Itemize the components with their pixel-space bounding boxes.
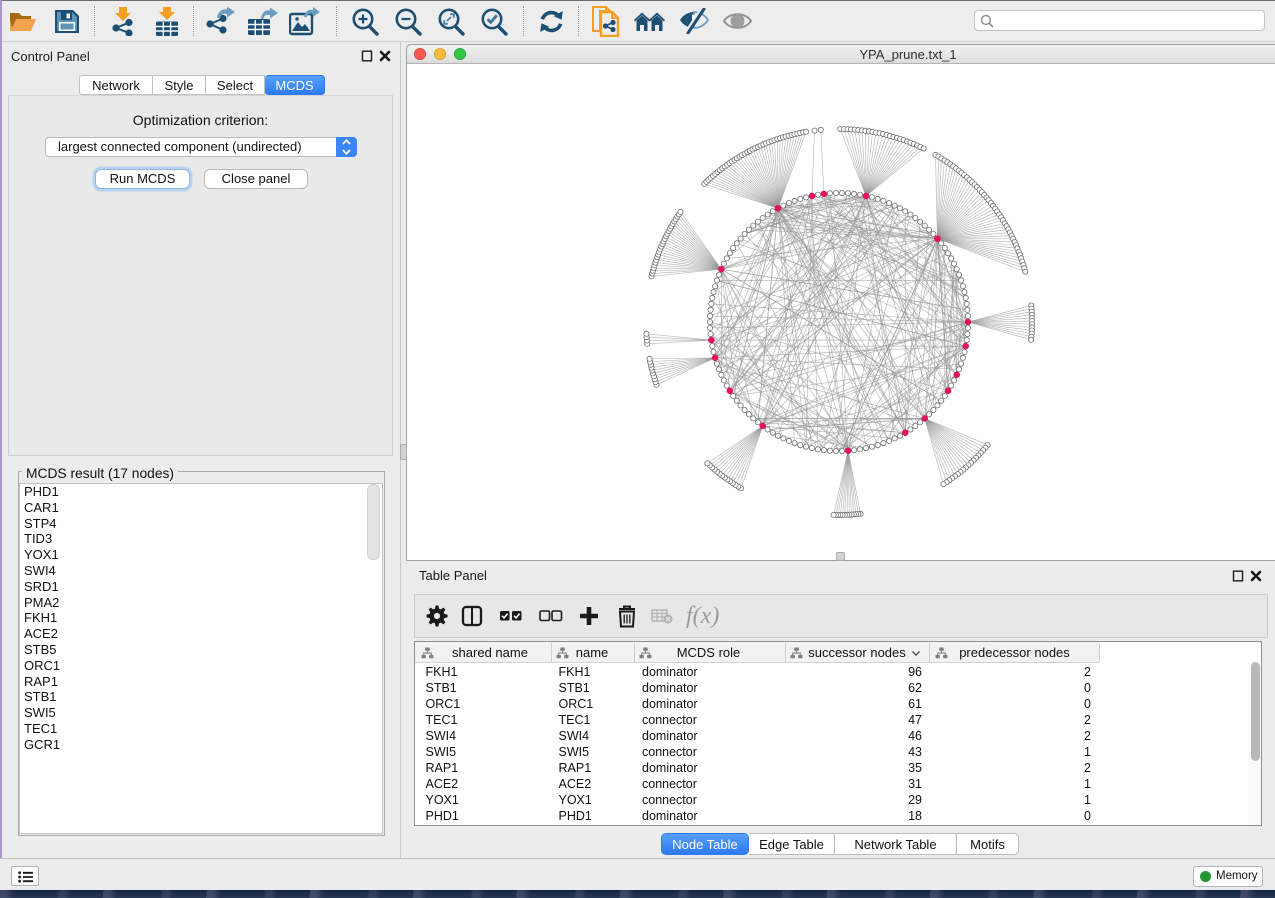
svg-text:f(x): f(x) xyxy=(686,603,719,629)
